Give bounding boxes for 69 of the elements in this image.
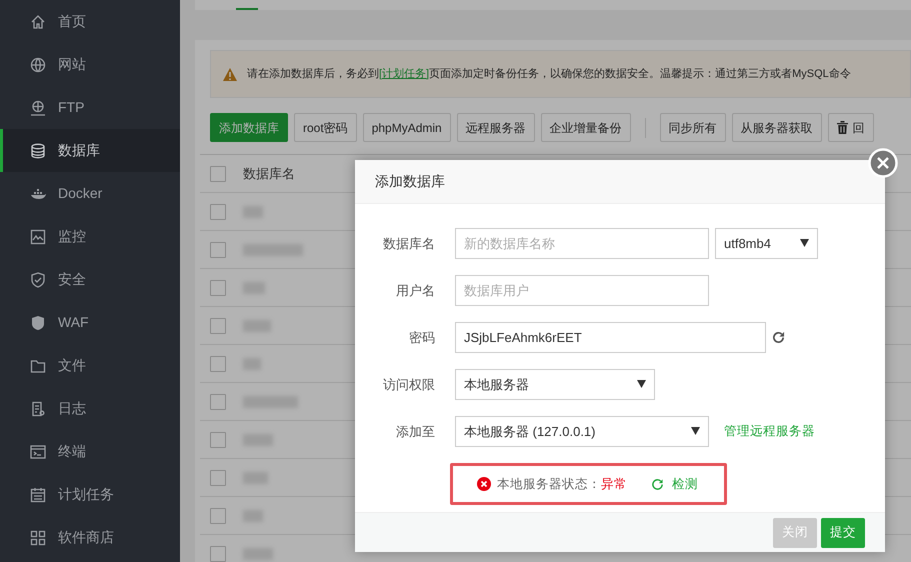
field-label: 数据库名 (382, 234, 436, 253)
tab-indicator[interactable] (236, 8, 258, 10)
toolbar-button[interactable]: 从服务器获取 (732, 113, 822, 142)
input-field[interactable]: JSjbLFeAhmk6rEET (455, 322, 766, 353)
sidebar-item[interactable]: 软件商店 (0, 516, 180, 559)
warning-icon (223, 68, 237, 80)
check-link[interactable]: 检测 (651, 474, 698, 494)
globe-icon (30, 56, 46, 72)
checkbox[interactable] (210, 546, 226, 562)
chart-icon (30, 228, 46, 244)
sidebar-item[interactable]: 首页 (0, 0, 180, 43)
calendar-icon (30, 486, 46, 502)
input-field[interactable]: 新的数据库名称 (455, 228, 709, 259)
checkbox[interactable] (210, 280, 226, 296)
checkbox[interactable] (210, 394, 226, 410)
refresh-icon[interactable] (772, 331, 785, 344)
document-icon (30, 400, 46, 416)
field-label: 密码 (408, 328, 436, 347)
notice-text: 请在添加数据库后，务必到[计划任务]页面添加定时备份任务，以确保您的数据安全。温馨提示：通过第三方或者MySQL命令 (247, 66, 851, 82)
dialog-title: 添加数据库 (355, 160, 885, 204)
checkbox[interactable] (210, 356, 226, 372)
sidebar-item[interactable]: WAF (0, 301, 180, 344)
column-header: 数据库名 (243, 164, 295, 183)
sidebar-item[interactable]: 网站 (0, 43, 180, 86)
sidebar-item[interactable]: 监控 (0, 215, 180, 258)
dialog-button[interactable]: 提交 (821, 518, 865, 548)
checkbox[interactable] (210, 242, 226, 258)
status-label: 本地服务器状态： (497, 476, 601, 493)
sidebar-item[interactable]: 安全 (0, 258, 180, 301)
toolbar-button[interactable]: 远程服务器 (456, 113, 535, 142)
manage-link[interactable]: 管理远程服务器 (724, 422, 815, 441)
input-field[interactable]: 数据库用户 (455, 275, 709, 306)
select-field[interactable]: 本地服务器 (127.0.0.1) (455, 416, 709, 447)
toolbar-button[interactable]: 企业增量备份 (540, 113, 631, 142)
checkbox[interactable] (210, 432, 226, 448)
trash-icon (836, 121, 848, 134)
toolbar-button[interactable]: root密码 (294, 113, 357, 142)
toolbar-button[interactable]: 回 (828, 113, 874, 142)
sidebar-item[interactable]: FTP (0, 86, 180, 129)
toolbar-button[interactable]: phpMyAdmin (362, 113, 451, 142)
status-value: 异常 (601, 476, 627, 493)
checkbox[interactable] (210, 166, 226, 182)
sidebar-item[interactable]: 文件 (0, 344, 180, 387)
shield-icon (30, 314, 46, 330)
home-icon (30, 14, 46, 30)
database-icon (30, 142, 46, 158)
checkbox[interactable] (210, 470, 226, 486)
terminal-icon (30, 444, 46, 460)
field-label: 添加至 (395, 422, 436, 441)
shield-icon (30, 272, 46, 288)
sidebar-item[interactable]: 日志 (0, 387, 180, 430)
task-link[interactable]: [计划任务] (379, 68, 430, 80)
globe-icon (30, 100, 46, 116)
field-label: 用户名 (395, 282, 436, 300)
folder-icon (30, 358, 46, 374)
sidebar-item[interactable]: 数据库 (0, 129, 180, 172)
checkbox[interactable] (210, 204, 226, 220)
grid-icon (30, 530, 46, 546)
refresh-icon (651, 478, 664, 490)
select-field[interactable]: utf8mb4 (715, 228, 818, 259)
checkbox[interactable] (210, 508, 226, 524)
select-field[interactable]: 本地服务器 (455, 369, 655, 400)
field-label: 访问权限 (382, 376, 436, 394)
sidebar-item[interactable]: 终端 (0, 430, 180, 473)
toolbar-button[interactable]: 同步所有 (660, 113, 726, 142)
sidebar-item[interactable]: 计划任务 (0, 473, 180, 516)
checkbox[interactable] (210, 318, 226, 334)
sidebar-item[interactable]: Docker (0, 172, 180, 215)
toolbar-button[interactable]: 添加数据库 (210, 113, 288, 142)
